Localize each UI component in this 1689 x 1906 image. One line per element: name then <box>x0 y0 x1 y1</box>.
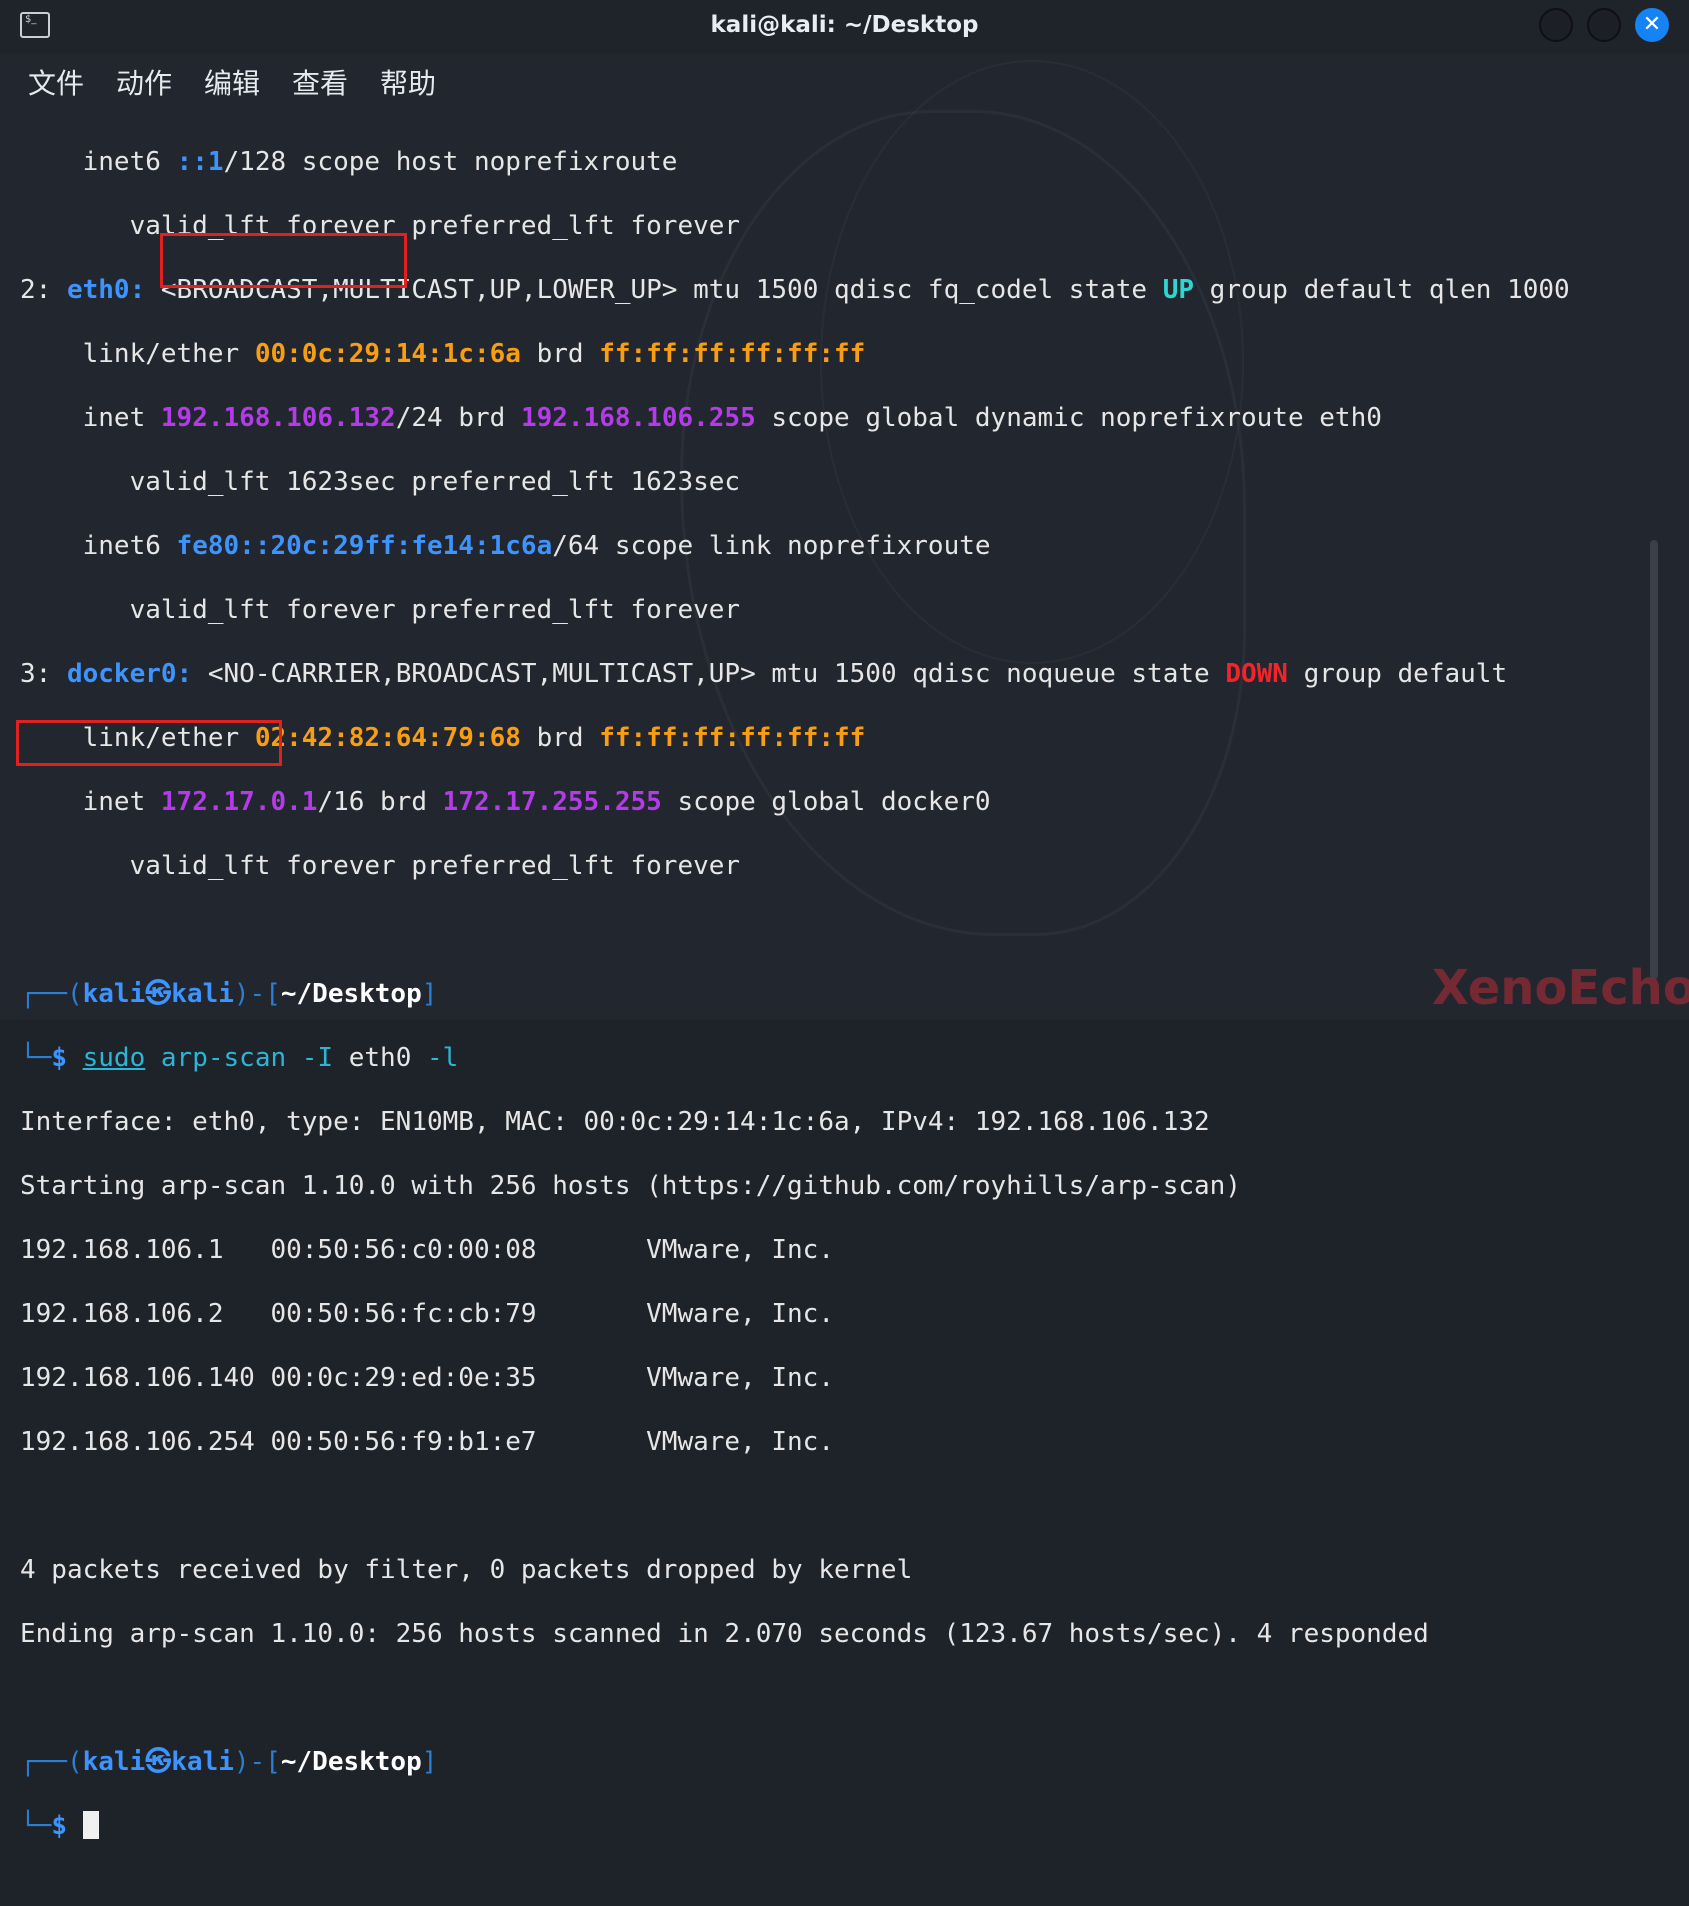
menu-actions[interactable]: 动作 <box>116 62 172 102</box>
prompt-at-symbol: ㉿ <box>145 979 172 1009</box>
highlight-box-ip <box>160 233 407 288</box>
prompt-line: ┌──(kali㉿kali)-[~/Desktop] <box>20 979 438 1009</box>
prompt-line: ┌──(kali㉿kali)-[~/Desktop] <box>20 1747 438 1777</box>
menu-edit[interactable]: 编辑 <box>204 62 260 102</box>
minimize-button[interactable] <box>1539 8 1573 42</box>
menu-bar: 文件 动作 编辑 查看 帮助 <box>0 54 1689 106</box>
terminal-line: valid_lft 1623sec preferred_lft 1623sec <box>20 467 741 497</box>
arp-result-row: 192.168.106.254 00:50:56:f9:b1:e7 VMware… <box>20 1427 834 1457</box>
terminal-line: Ending arp-scan 1.10.0: 256 hosts scanne… <box>20 1619 1429 1649</box>
title-bar: $_ kali@kali: ~/Desktop ✕ <box>0 0 1689 54</box>
terminal-line: inet6 fe80::20c:29ff:fe14:1c6a/64 scope … <box>20 531 991 561</box>
menu-file[interactable]: 文件 <box>28 62 84 102</box>
maximize-button[interactable] <box>1587 8 1621 42</box>
terminal-line: link/ether 00:0c:29:14:1c:6a brd ff:ff:f… <box>20 339 866 369</box>
arp-result-row: 192.168.106.1 00:50:56:c0:00:08 VMware, … <box>20 1235 834 1265</box>
close-button[interactable]: ✕ <box>1635 8 1669 42</box>
terminal-line: inet 192.168.106.132/24 brd 192.168.106.… <box>20 403 1382 433</box>
arp-result-row: 192.168.106.140 00:0c:29:ed:0e:35 VMware… <box>20 1363 834 1393</box>
terminal-window: $_ kali@kali: ~/Desktop ✕ 文件 动作 编辑 查看 帮助… <box>0 0 1689 1841</box>
terminal-line: Interface: eth0, type: EN10MB, MAC: 00:0… <box>20 1107 1210 1137</box>
close-icon: ✕ <box>1642 12 1662 37</box>
terminal-line: inet 172.17.0.1/16 brd 172.17.255.255 sc… <box>20 787 991 817</box>
highlight-box-target-ip <box>16 720 282 766</box>
text-cursor <box>82 1811 99 1839</box>
terminal-line: valid_lft forever preferred_lft forever <box>20 851 741 881</box>
arp-result-row: 192.168.106.2 00:50:56:fc:cb:79 VMware, … <box>20 1299 834 1329</box>
terminal-line: 4 packets received by filter, 0 packets … <box>20 1555 913 1585</box>
prompt-at-symbol: ㉿ <box>145 1747 172 1777</box>
scrollbar[interactable] <box>1650 540 1658 980</box>
command-line: └─$ sudo arp-scan -I eth0 -l <box>20 1043 459 1073</box>
window-title: kali@kali: ~/Desktop <box>710 12 979 38</box>
watermark: XenoEcho <box>1432 960 1689 1016</box>
terminal-line: inet6 ::1/128 scope host noprefixroute <box>20 147 678 177</box>
command-line: └─$ <box>20 1810 1640 1842</box>
terminal-line: 3: docker0: <NO-CARRIER,BROADCAST,MULTIC… <box>20 659 1508 689</box>
menu-view[interactable]: 查看 <box>292 62 348 102</box>
terminal-line: Starting arp-scan 1.10.0 with 256 hosts … <box>20 1171 1241 1201</box>
terminal-line: valid_lft forever preferred_lft forever <box>20 595 741 625</box>
menu-help[interactable]: 帮助 <box>380 62 436 102</box>
